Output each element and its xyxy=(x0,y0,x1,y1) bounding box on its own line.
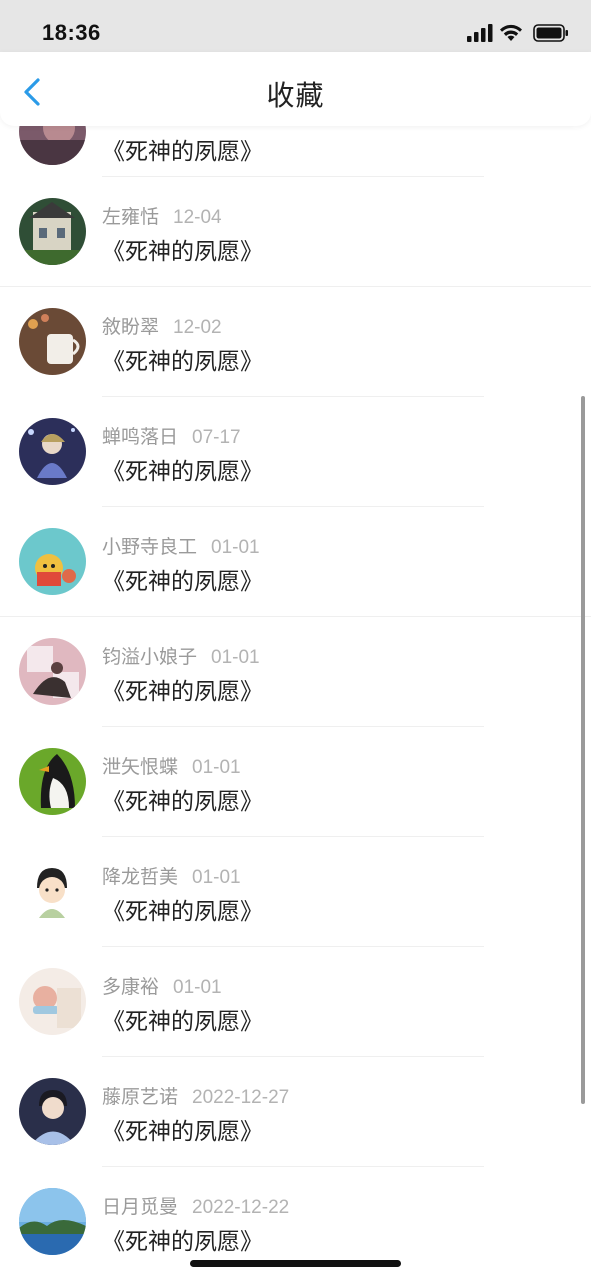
list-item[interactable]: 降龙哲美 01-01 《死神的夙愿》 xyxy=(0,846,591,956)
favorites-list: 《死神的夙愿》 左雍恬 12-04 《死神的夙愿》 敘盼翠 12-02 《死神的夙愿… xyxy=(0,126,591,1280)
date-label: 2022-12-27 xyxy=(192,1087,290,1108)
user-name: 蝉鸣落日 xyxy=(102,426,179,448)
status-bar: 18:36 xyxy=(0,0,591,52)
book-title: 《死神的夙愿》 xyxy=(102,679,263,705)
cellular-signal-icon xyxy=(467,24,493,42)
divider xyxy=(102,396,484,397)
scrollbar[interactable] xyxy=(581,396,585,1104)
status-time: 18:36 xyxy=(42,20,101,45)
avatar xyxy=(19,1078,86,1145)
book-title: 《死神的夙愿》 xyxy=(102,349,263,375)
avatar xyxy=(19,748,86,815)
date-label: 2022-12-22 xyxy=(192,1197,290,1218)
list-item[interactable]: 左雍恬 12-04 《死神的夙愿》 xyxy=(0,186,591,296)
list-item[interactable]: 多康裕 01-01 《死神的夙愿》 xyxy=(0,956,591,1066)
book-title: 《死神的夙愿》 xyxy=(102,1119,263,1145)
book-title: 《死神的夙愿》 xyxy=(102,139,263,165)
book-title: 《死神的夙愿》 xyxy=(102,569,263,595)
list-item[interactable]: 蝉鸣落日 07-17 《死神的夙愿》 xyxy=(0,406,591,516)
user-name: 左雍恬 xyxy=(102,206,160,228)
date-label: 12-04 xyxy=(173,207,222,228)
avatar xyxy=(19,418,86,485)
avatar xyxy=(19,198,86,265)
book-title: 《死神的夙愿》 xyxy=(102,239,263,265)
user-name: 小野寺良工 xyxy=(102,536,198,558)
user-name: 泄矢恨蝶 xyxy=(102,756,179,778)
divider xyxy=(102,176,484,177)
avatar xyxy=(19,126,86,165)
wifi-icon xyxy=(500,24,522,41)
list-item[interactable]: 藤原艺诺 2022-12-27 《死神的夙愿》 xyxy=(0,1066,591,1176)
date-label: 12-02 xyxy=(173,317,222,338)
user-name: 敘盼翠 xyxy=(102,316,160,338)
list-item[interactable]: 泄矢恨蝶 01-01 《死神的夙愿》 xyxy=(0,736,591,846)
divider xyxy=(102,1166,484,1167)
divider xyxy=(0,286,591,287)
date-label: 01-01 xyxy=(192,867,241,888)
date-label: 07-17 xyxy=(192,427,241,448)
divider xyxy=(0,616,591,617)
date-label: 01-01 xyxy=(173,977,222,998)
book-title: 《死神的夙愿》 xyxy=(102,789,263,815)
list-item[interactable]: 敘盼翠 12-02 《死神的夙愿》 xyxy=(0,296,591,406)
user-name: 降龙哲美 xyxy=(102,866,179,888)
list-item[interactable]: 钧溢小娘子 01-01 《死神的夙愿》 xyxy=(0,626,591,736)
divider xyxy=(102,1056,484,1057)
battery-icon xyxy=(533,24,568,42)
divider xyxy=(102,946,484,947)
date-label: 01-01 xyxy=(211,537,260,558)
divider xyxy=(102,836,484,837)
book-title: 《死神的夙愿》 xyxy=(102,899,263,925)
user-name: 日月觅曼 xyxy=(102,1196,179,1218)
date-label: 01-01 xyxy=(192,757,241,778)
book-title: 《死神的夙愿》 xyxy=(102,1229,263,1255)
book-title: 《死神的夙愿》 xyxy=(102,1009,263,1035)
avatar xyxy=(19,1188,86,1255)
avatar xyxy=(19,638,86,705)
nav-bar: 收藏 xyxy=(0,52,591,126)
date-label: 01-01 xyxy=(211,647,260,668)
book-title: 《死神的夙愿》 xyxy=(102,459,263,485)
home-indicator[interactable] xyxy=(190,1260,401,1267)
avatar xyxy=(19,308,86,375)
user-name: 钧溢小娘子 xyxy=(102,646,198,668)
page-title: 收藏 xyxy=(266,79,325,112)
user-name: 多康裕 xyxy=(102,976,160,998)
user-name: 藤原艺诺 xyxy=(102,1086,179,1108)
avatar xyxy=(19,968,86,1035)
avatar xyxy=(19,858,86,925)
avatar xyxy=(19,528,86,595)
divider xyxy=(102,506,484,507)
list-item[interactable]: 小野寺良工 01-01 《死神的夙愿》 xyxy=(0,516,591,626)
divider xyxy=(102,726,484,727)
